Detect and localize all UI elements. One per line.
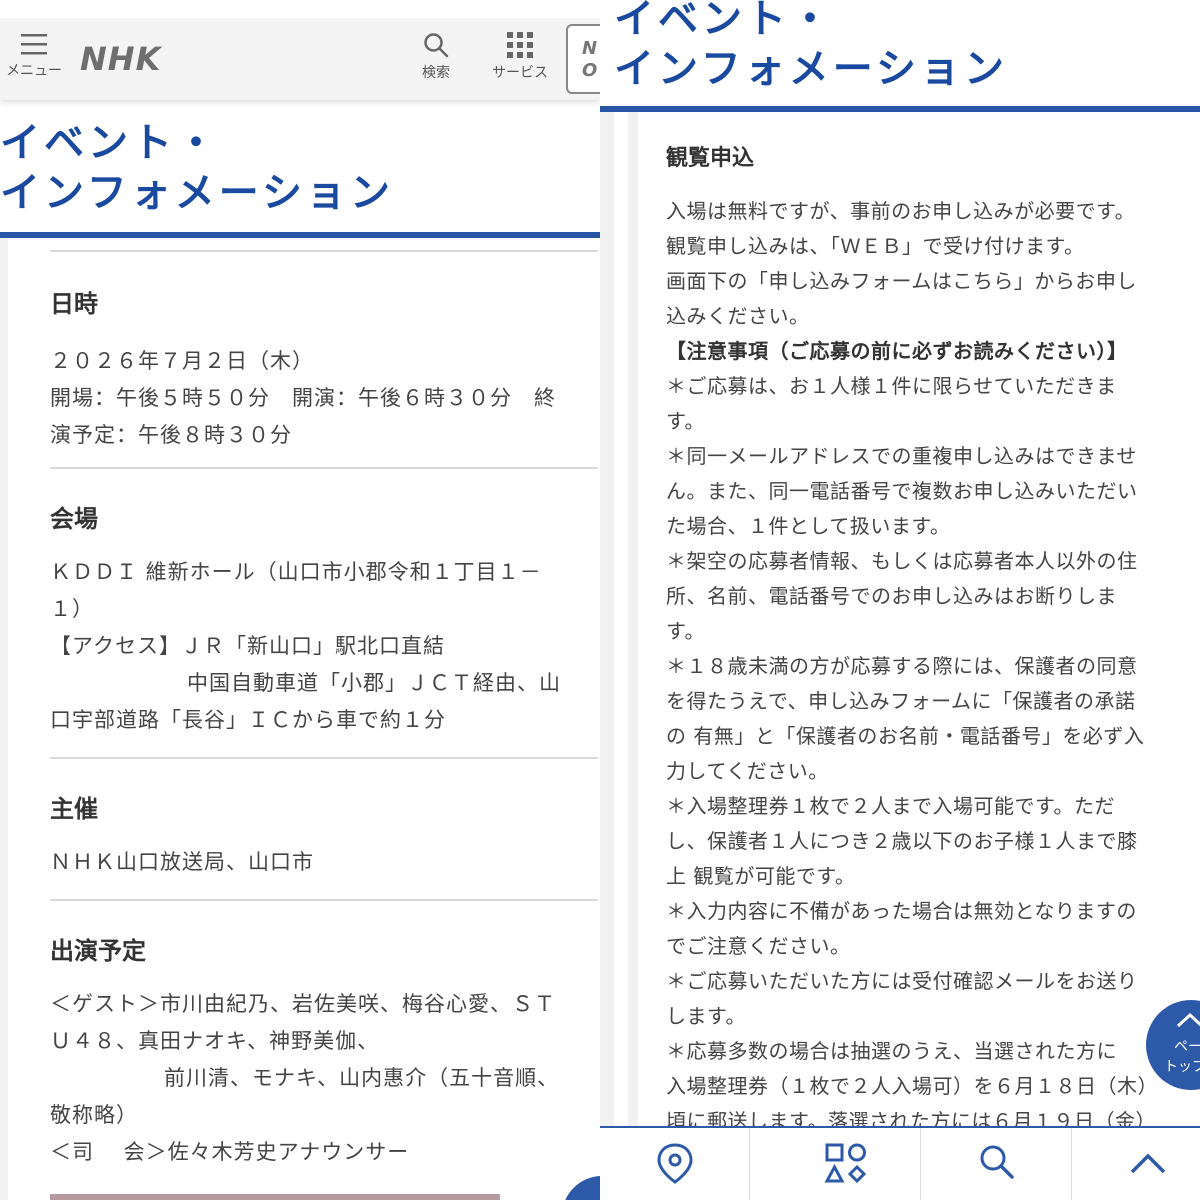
page-title: イベント・ インフォメーション [614, 0, 1008, 92]
nhk-logo[interactable]: NHK [80, 40, 161, 78]
left-screenshot-panel: メニュー NHK 検索 サービス N O イベント・ インフォメーション 日時 … [0, 0, 600, 1200]
section-heading: 出演予定 [50, 937, 146, 965]
shapes-menu-icon [823, 1143, 866, 1184]
nav-search-button[interactable] [922, 1128, 1072, 1200]
site-header: メニュー NHK 検索 サービス N O [0, 0, 600, 100]
search-icon [980, 1145, 1014, 1179]
application-section: 観覧申込 入場は無料ですが、事前のお申し込みが必要です。 観覧申し込みは、「ＷＥ… [666, 140, 1176, 1139]
event-details: 日時 ２０２６年７月２日（木） 開場：午後５時５０分 開演：午後６時３０分 終 … [50, 250, 598, 1171]
page-top-button-partial[interactable] [562, 1176, 600, 1200]
section-heading: 観覧申込 [666, 146, 755, 171]
bottom-navigation [600, 1126, 1200, 1200]
search-button[interactable]: 検索 [410, 32, 462, 82]
performers-section: 出演予定 ＜ゲスト＞市川由紀乃、岩佐美咲、梅谷心愛、ＳＴ Ｕ４８、真田ナオキ、神… [50, 901, 598, 1171]
right-screenshot-panel: イベント・ インフォメーション 観覧申込 入場は無料ですが、事前のお申し込みが必… [600, 0, 1200, 1200]
chevron-up-icon [1130, 1153, 1166, 1174]
title-underline [0, 232, 600, 238]
notice-heading: 【注意事項（ご応募の前に必ずお読みください）】 [666, 339, 1128, 363]
venue-section: 会場 ＫＤＤＩ 維新ホール（山口市小郡令和１丁目１－ １） 【アクセス】ＪＲ「新… [50, 469, 598, 757]
search-label: 検索 [422, 65, 450, 81]
partial-header-button[interactable]: N O [566, 24, 600, 94]
event-image-top-edge [50, 1194, 500, 1200]
application-notes: 入場は無料ですが、事前のお申し込みが必要です。 観覧申し込みは、「ＷＥＢ」で受け… [666, 194, 1176, 1139]
section-heading: 日時 [50, 290, 98, 318]
nav-map-button[interactable] [600, 1128, 750, 1200]
nav-menu-button[interactable] [771, 1128, 921, 1200]
hamburger-icon [21, 34, 47, 55]
service-button[interactable]: サービス [486, 32, 554, 82]
title-underline [600, 106, 1200, 112]
grid-icon [507, 32, 533, 58]
section-heading: 会場 [50, 505, 98, 533]
map-pin-icon [656, 1143, 693, 1184]
page-title: イベント・ インフォメーション [0, 120, 394, 216]
menu-button[interactable]: メニュー [2, 32, 66, 80]
section-heading: 主催 [50, 795, 98, 823]
nav-scroll-top-button[interactable] [1073, 1128, 1200, 1200]
menu-label: メニュー [6, 63, 62, 79]
datetime-section: 日時 ２０２６年７月２日（木） 開場：午後５時５０分 開演：午後６時３０分 終 … [50, 252, 598, 467]
chevron-up-icon [1176, 1012, 1200, 1028]
service-label: サービス [492, 65, 548, 81]
search-icon [424, 33, 449, 58]
organizer-section: 主催 ＮＨＫ山口放送局、山口市 [50, 759, 598, 899]
